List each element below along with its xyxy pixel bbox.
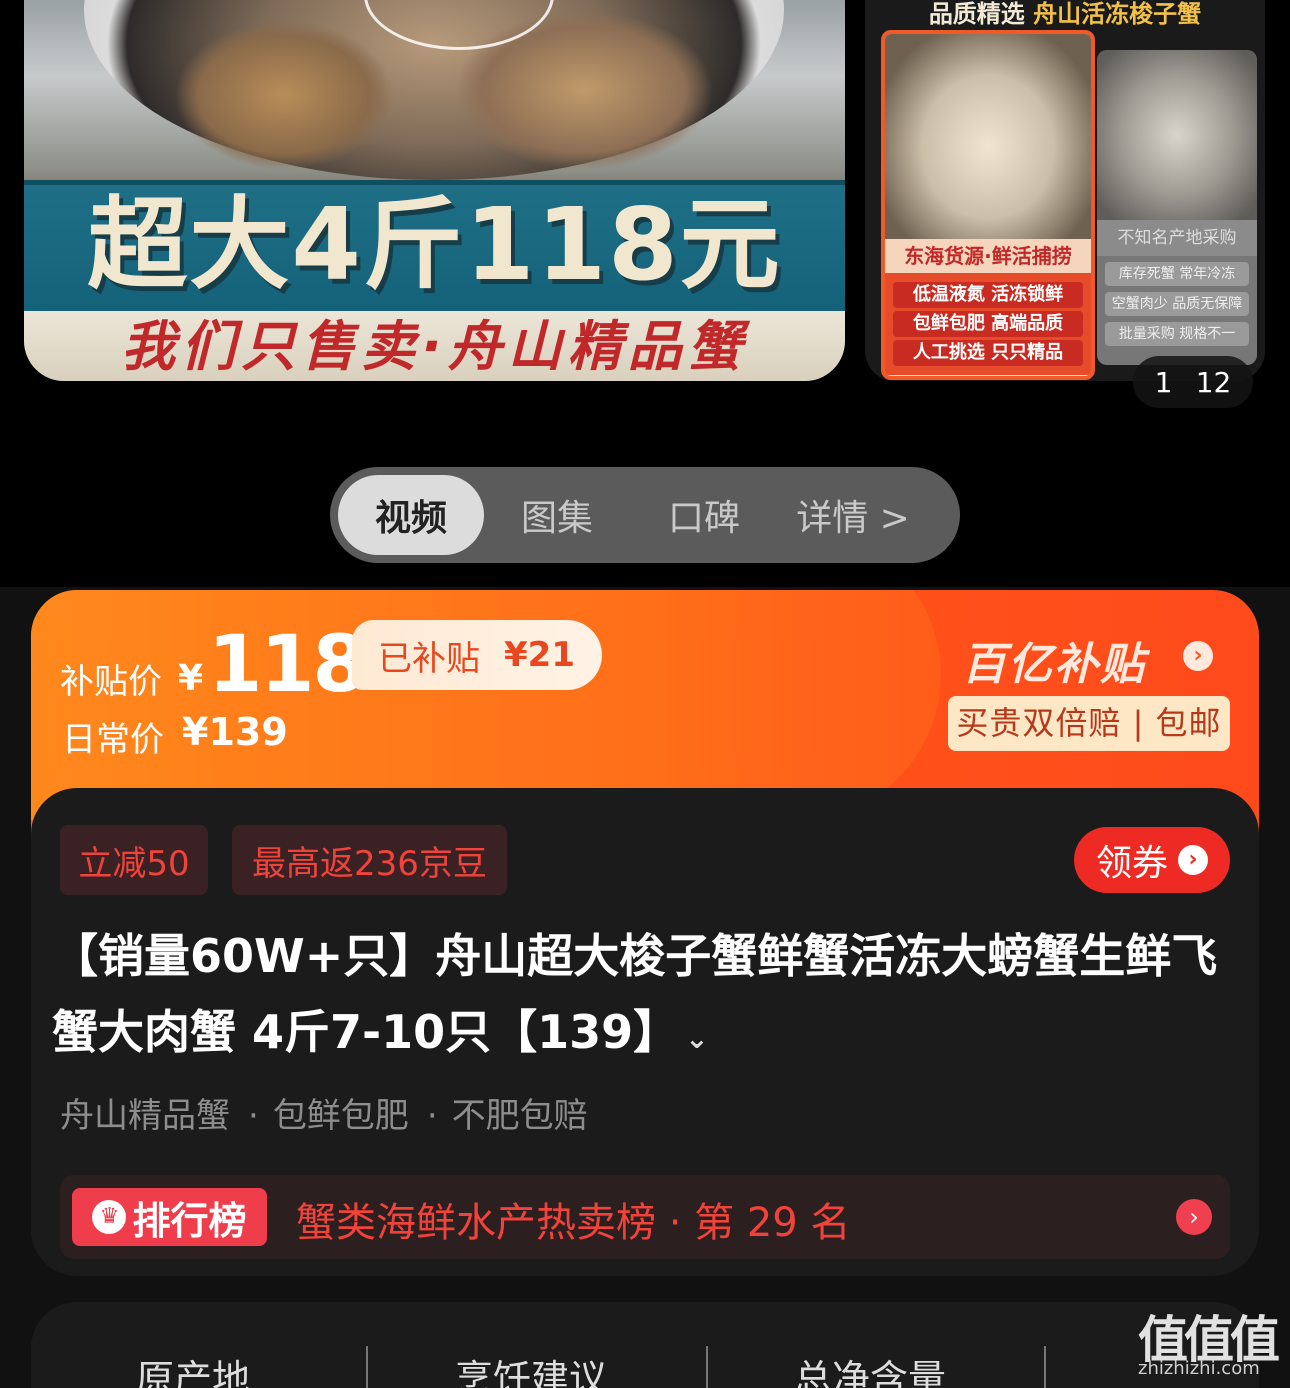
- daily-price-label: 日常价: [62, 720, 164, 760]
- currency-symbol: ¥: [178, 658, 204, 699]
- trophy-icon: ♛: [92, 1200, 127, 1234]
- good-panel-row: 人工挑选 只只精品: [893, 340, 1083, 366]
- bad-panel-row: 库存死蟹 常年冷冻: [1105, 262, 1249, 286]
- bad-panel-row: 批量采购 规格不一: [1105, 322, 1249, 346]
- product-title-text: 【销量60W+只】舟山超大梭子蟹鲜蟹活冻大螃蟹生鲜飞蟹大肉蟹 4斤7-10只【1…: [52, 929, 1218, 1059]
- pager-total: 12: [1195, 365, 1232, 399]
- chevron-right-icon: ›: [1178, 845, 1208, 875]
- good-panel-row: 包鲜包肥 高端品质: [893, 311, 1083, 337]
- get-coupon-button[interactable]: 领券 ›: [1074, 827, 1230, 893]
- image-subline: 我们只售卖·舟山精品蟹: [121, 315, 748, 378]
- subsidy-price: 118: [208, 620, 367, 710]
- comparison-title-highlight: 舟山活冻梭子蟹: [1033, 0, 1202, 28]
- spec-divider: [706, 1346, 708, 1388]
- spec-origin[interactable]: 原产地: [136, 1348, 250, 1388]
- tab-video[interactable]: 视频: [338, 475, 484, 555]
- spec-divider: [366, 1346, 368, 1388]
- spec-net-weight[interactable]: 总净含量: [794, 1348, 946, 1388]
- good-panel-caption: 东海货源·鲜活捕捞: [885, 239, 1091, 273]
- gallery-pager: 1 12: [1133, 356, 1253, 408]
- chevron-down-icon[interactable]: ⌄: [685, 1001, 708, 1077]
- bad-crab-panel: 不知名产地采购 库存死蟹 常年冷冻 空蟹肉少 品质无保障 批量采购 规格不一: [1097, 50, 1257, 365]
- chevron-right-icon[interactable]: ›: [1176, 1199, 1212, 1235]
- comparison-image[interactable]: 品质精选 舟山活冻梭子蟹 东海货源·鲜活捕捞 低温液氮 活冻锁鲜 包鲜包肥 高端…: [865, 0, 1265, 381]
- product-tags: 舟山精品蟹 · 包鲜包肥 · 不肥包赔: [60, 1088, 588, 1137]
- comparison-title-prefix: 品质精选: [928, 0, 1025, 28]
- good-panel-row: 低温液氮 活冻锁鲜: [893, 282, 1083, 308]
- subsidy-price-label: 补贴价: [60, 662, 162, 702]
- coupon-label: 领券: [1095, 843, 1168, 884]
- good-crab-panel: 东海货源·鲜活捕捞 低温液氮 活冻锁鲜 包鲜包肥 高端品质 人工挑选 只只精品: [881, 30, 1095, 380]
- bad-crab-photo: [1097, 50, 1257, 220]
- ranking-badge: ♛ 排行榜: [72, 1188, 267, 1246]
- promo-beans-tag[interactable]: 最高返236京豆: [232, 825, 507, 895]
- spec-divider: [1044, 1346, 1046, 1388]
- media-tab-switcher: 视频 图集 口碑 详情 >: [330, 467, 960, 563]
- good-crab-photo: [885, 34, 1091, 239]
- billion-subsidy-logo[interactable]: 百亿补贴: [962, 628, 1146, 692]
- pager-current: 1: [1154, 365, 1173, 399]
- subsidy-amount-badge: 已补贴 ¥21: [352, 620, 602, 690]
- image-headline: 超大4斤118元: [87, 186, 782, 303]
- product-tag-text: 不肥包赔: [451, 1096, 588, 1136]
- bad-panel-row: 空蟹肉少 品质无保障: [1105, 292, 1249, 316]
- product-title[interactable]: 【销量60W+只】舟山超大梭子蟹鲜蟹活冻大螃蟹生鲜飞蟹大肉蟹 4斤7-10只【1…: [52, 918, 1222, 1077]
- chevron-right-icon[interactable]: ›: [1183, 641, 1213, 671]
- tab-gallery[interactable]: 图集: [484, 475, 630, 555]
- guarantee-badge: 买贵双倍赔 | 包邮: [948, 696, 1230, 751]
- watermark-url: zhizhizhi.com: [1138, 1358, 1260, 1379]
- product-tag-text: 包鲜包肥: [272, 1096, 409, 1136]
- bad-panel-caption: 不知名产地采购: [1097, 220, 1257, 256]
- ranking-badge-label: 排行榜: [132, 1198, 247, 1243]
- tab-reviews[interactable]: 口碑: [630, 475, 778, 555]
- daily-price: ¥139: [182, 710, 288, 754]
- product-tag: · 不肥包赔: [426, 1096, 588, 1136]
- crab-illustration: [174, 20, 394, 170]
- main-product-image[interactable]: 超大4斤118元 我们只售卖·舟山精品蟹: [24, 0, 845, 381]
- tab-details[interactable]: 详情 >: [778, 475, 928, 555]
- product-tag: 舟山精品蟹: [60, 1096, 230, 1136]
- subsidy-badge-label: 已补贴: [378, 638, 480, 679]
- ranking-text[interactable]: 蟹类海鲜水产热卖榜 · 第 29 名: [296, 1190, 850, 1248]
- product-tag: · 包鲜包肥: [248, 1096, 409, 1136]
- comparison-title: 品质精选 舟山活冻梭子蟹: [865, 0, 1265, 29]
- subsidy-badge-amount: ¥21: [504, 635, 575, 675]
- promo-discount-tag[interactable]: 立减50: [60, 825, 208, 895]
- spec-cooking[interactable]: 烹饪建议: [455, 1348, 607, 1388]
